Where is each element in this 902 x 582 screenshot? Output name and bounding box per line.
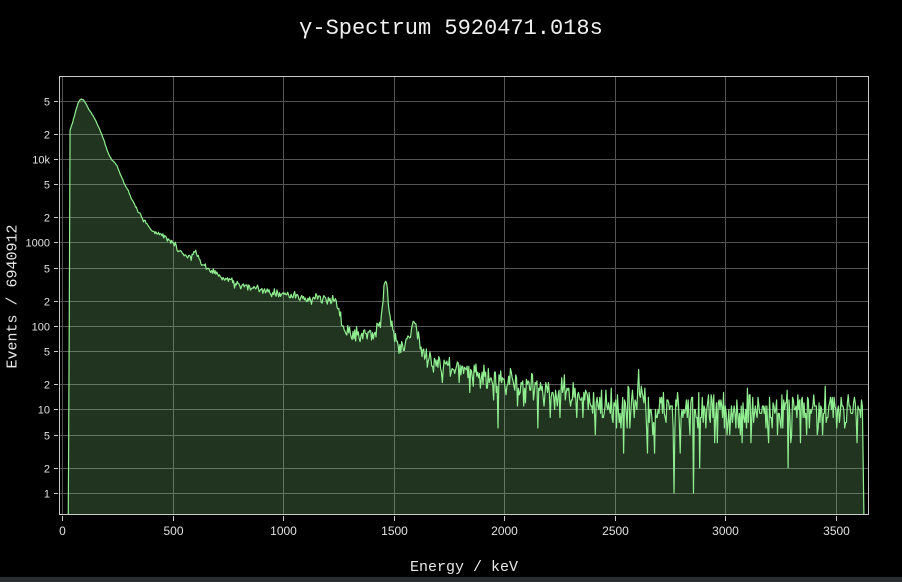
x-tick-label: 2000 (491, 524, 518, 538)
y-tick-label: 2 (44, 130, 50, 142)
y-tick-label: 2 (44, 464, 50, 476)
y-tick-label: 5 (44, 97, 50, 109)
y-tick-label: 5 (44, 431, 50, 443)
app-window: γ-Spectrum 5920471.018s Events / 6940912… (0, 0, 902, 582)
x-tick-label: 3000 (712, 524, 739, 538)
x-tick-label: 500 (163, 524, 183, 538)
y-tick-label: 5 (44, 347, 50, 359)
y-tick-labels: 1 2 5 10 2 5 100 2 5 1000 2 5 10k 2 5 (26, 97, 58, 501)
x-tick-labels: 0 500 1000 1500 2000 2500 3000 3500 (59, 516, 850, 538)
y-tick-label: 5 (44, 180, 50, 192)
spectrum-plot[interactable]: 0 500 1000 1500 2000 2500 3000 3500 1 2 5 10 2 5 100 2 5… (0, 0, 902, 582)
y-tick-label: 10 (38, 405, 50, 417)
x-axis-title: Energy / keV (59, 559, 869, 576)
x-tick-label: 0 (59, 524, 66, 538)
y-tick-label: 2 (44, 297, 50, 309)
x-tick-label: 1500 (381, 524, 408, 538)
x-tick-label: 3500 (823, 524, 850, 538)
x-tick-label: 1000 (270, 524, 297, 538)
y-tick-label: 10k (32, 155, 50, 167)
window-bottom-edge (0, 577, 902, 582)
y-tick-label: 2 (44, 213, 50, 225)
y-tick-label: 1000 (26, 238, 50, 250)
y-tick-label: 2 (44, 380, 50, 392)
y-tick-label: 5 (44, 264, 50, 276)
y-tick-label: 1 (44, 489, 50, 501)
x-tick-label: 2500 (602, 524, 629, 538)
spectrum-area (68, 99, 864, 515)
y-tick-label: 100 (32, 322, 50, 334)
